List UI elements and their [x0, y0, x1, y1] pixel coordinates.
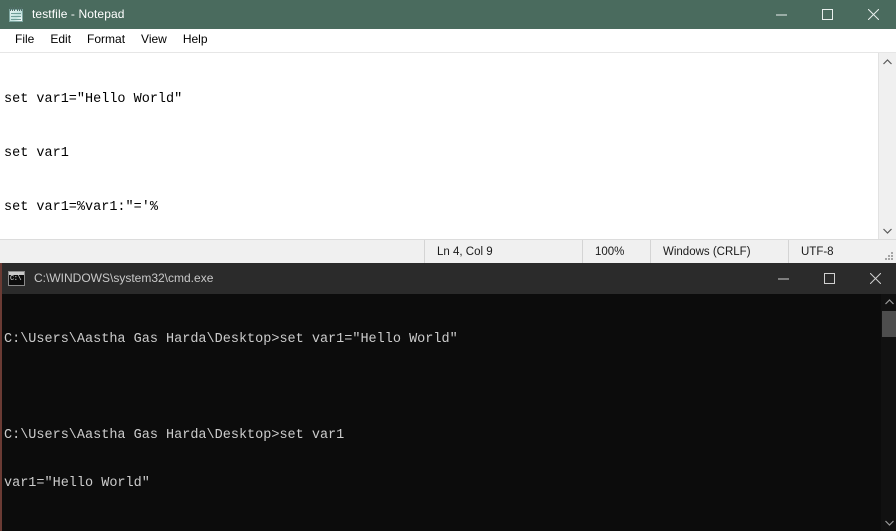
minimize-icon[interactable] — [758, 0, 804, 29]
status-zoom-level[interactable]: 100% — [582, 240, 650, 263]
notepad-line: set var1 — [4, 145, 878, 163]
console-icon: C:\ — [8, 271, 25, 286]
cmd-scroll-track[interactable] — [881, 337, 896, 515]
status-encoding: UTF-8 — [788, 240, 896, 263]
close-icon[interactable] — [852, 263, 896, 294]
console-line-text: var1="Hello World" — [4, 476, 150, 491]
menu-item-view[interactable]: View — [133, 30, 175, 50]
menu-item-format[interactable]: Format — [79, 30, 133, 50]
maximize-icon[interactable] — [804, 0, 850, 29]
menu-item-edit[interactable]: Edit — [42, 30, 79, 50]
notepad-icon — [8, 6, 24, 23]
notepad-line-text: set var1 — [4, 146, 69, 161]
notepad-line-text: set var1=%var1:"='% — [4, 200, 158, 215]
minimize-icon[interactable] — [760, 263, 806, 294]
scroll-down-icon[interactable] — [881, 515, 896, 531]
cmd-console-output[interactable]: C:\Users\Aastha Gas Harda\Desktop>set va… — [2, 294, 881, 531]
notepad-line: set var1=%var1:"='% — [4, 199, 878, 217]
maximize-icon[interactable] — [806, 263, 852, 294]
close-icon[interactable] — [850, 0, 896, 29]
status-line-column: Ln 4, Col 9 — [424, 240, 582, 263]
notepad-title: testfile - Notepad — [32, 7, 125, 21]
cmd-vertical-scrollbar[interactable] — [881, 294, 896, 531]
notepad-scroll-track[interactable] — [879, 70, 896, 222]
cmd-title: C:\WINDOWS\system32\cmd.exe — [34, 271, 214, 285]
notepad-line-text: set var1="Hello World" — [4, 92, 183, 107]
notepad-titlebar[interactable]: testfile - Notepad — [0, 0, 896, 29]
notepad-window: testfile - Notepad File Edit Format View… — [0, 0, 896, 263]
resize-grip-icon[interactable] — [884, 251, 894, 261]
scroll-up-icon[interactable] — [879, 53, 896, 70]
console-line: C:\Users\Aastha Gas Harda\Desktop>set va… — [4, 428, 881, 444]
notepad-menubar: File Edit Format View Help — [0, 29, 896, 52]
scroll-down-icon[interactable] — [879, 222, 896, 239]
cmd-window-controls — [760, 263, 896, 294]
notepad-editor-area[interactable]: set var1="Hello World" set var1 set var1… — [0, 52, 896, 239]
status-line-ending: Windows (CRLF) — [650, 240, 788, 263]
notepad-vertical-scrollbar[interactable] — [878, 53, 896, 239]
menu-item-file[interactable]: File — [7, 30, 42, 50]
console-line: C:\Users\Aastha Gas Harda\Desktop>set va… — [4, 332, 881, 348]
cmd-scroll-thumb[interactable] — [882, 311, 896, 337]
cmd-titlebar[interactable]: C:\ C:\WINDOWS\system32\cmd.exe — [2, 263, 896, 294]
notepad-text-content[interactable]: set var1="Hello World" set var1 set var1… — [0, 53, 878, 239]
notepad-window-controls — [758, 0, 896, 29]
command-prompt-window: C:\ C:\WINDOWS\system32\cmd.exe C:\Users… — [0, 263, 896, 531]
notepad-statusbar: Ln 4, Col 9 100% Windows (CRLF) UTF-8 — [0, 239, 896, 263]
cmd-body[interactable]: C:\Users\Aastha Gas Harda\Desktop>set va… — [2, 294, 896, 531]
scroll-up-icon[interactable] — [881, 294, 896, 310]
console-line: var1="Hello World" — [4, 476, 881, 492]
menu-item-help[interactable]: Help — [175, 30, 216, 50]
console-line-text: C:\Users\Aastha Gas Harda\Desktop>set va… — [4, 332, 458, 347]
notepad-line: set var1="Hello World" — [4, 91, 878, 109]
console-line-text: C:\Users\Aastha Gas Harda\Desktop>set va… — [4, 428, 345, 443]
console-icon-prompt-glyph: C:\ — [10, 275, 22, 283]
